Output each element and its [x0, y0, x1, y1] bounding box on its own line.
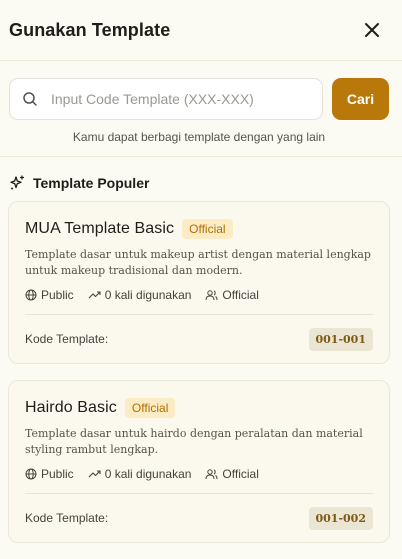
search-row: Cari — [9, 78, 389, 120]
visibility-label: Public — [41, 288, 74, 302]
search-box[interactable] — [9, 78, 323, 120]
share-hint: Kamu dapat berbagi template dengan yang … — [72, 130, 326, 144]
sparkles-icon — [10, 175, 25, 190]
template-card[interactable]: MUA Template Basic Official Template das… — [8, 201, 390, 364]
popular-title-text: Template Populer — [33, 175, 150, 191]
card-meta: Public 0 kali digunakan Official — [25, 467, 373, 481]
card-footer: Kode Template: 001-001 — [25, 315, 373, 363]
official-badge: Official — [182, 219, 233, 239]
users-icon — [205, 469, 218, 480]
globe-icon — [25, 289, 37, 301]
owner-label: Official — [222, 467, 259, 481]
search-section: Cari Kamu dapat berbagi template dengan … — [0, 61, 402, 157]
usage-label: 0 kali digunakan — [104, 467, 192, 481]
owner-meta: Official — [205, 467, 259, 481]
card-description: Template dasar untuk hairdo dengan peral… — [25, 427, 363, 456]
card-footer: Kode Template: 001-002 — [25, 494, 373, 542]
code-label: Kode Template: — [25, 332, 109, 346]
trending-up-icon — [88, 291, 101, 299]
visibility-meta: Public — [25, 288, 74, 302]
search-icon — [23, 92, 37, 106]
close-icon[interactable] — [363, 21, 381, 39]
users-icon — [205, 290, 218, 301]
card-header: Hairdo Basic Official — [25, 398, 373, 418]
card-header: MUA Template Basic Official — [25, 219, 373, 239]
template-code[interactable]: 001-002 — [308, 506, 373, 530]
search-button[interactable]: Cari — [332, 78, 389, 120]
official-badge: Official — [124, 398, 176, 418]
usage-meta: 0 kali digunakan — [88, 467, 192, 481]
card-title: Hairdo Basic — [25, 399, 117, 416]
visibility-label: Public — [41, 467, 74, 481]
card-description: Template dasar untuk makeup artist denga… — [25, 248, 371, 277]
template-code-input[interactable] — [51, 91, 310, 107]
usage-meta: 0 kali digunakan — [88, 288, 192, 302]
usage-label: 0 kali digunakan — [104, 288, 192, 302]
globe-icon — [25, 468, 37, 480]
visibility-meta: Public — [25, 467, 74, 481]
close-button[interactable] — [360, 18, 384, 42]
template-card[interactable]: Hairdo Basic Official Template dasar unt… — [8, 380, 390, 543]
card-meta: Public 0 kali digunakan Official — [25, 288, 373, 302]
popular-section-title: Template Populer — [0, 157, 402, 191]
modal-header: Gunakan Template — [0, 0, 402, 61]
code-label: Kode Template: — [25, 511, 109, 525]
card-title: MUA Template Basic — [25, 220, 175, 237]
modal-title: Gunakan Template — [9, 19, 171, 40]
owner-meta: Official — [205, 288, 259, 302]
trending-up-icon — [88, 470, 101, 478]
template-code[interactable]: 001-001 — [308, 327, 373, 351]
owner-label: Official — [222, 288, 259, 302]
